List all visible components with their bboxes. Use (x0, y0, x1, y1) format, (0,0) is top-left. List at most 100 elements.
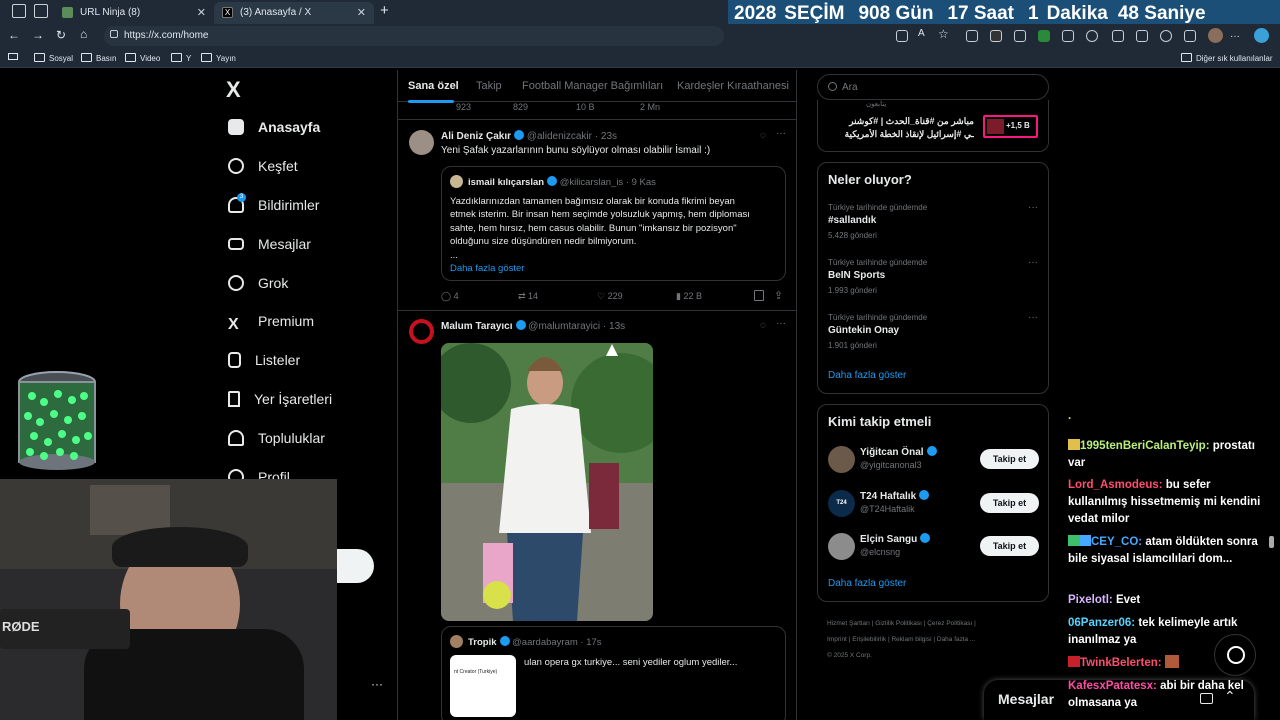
trend-item[interactable]: Türkiye tarihinde gündemde BeIN Sports 1… (818, 256, 1048, 308)
quoted-tweet[interactable]: Tropik @aardabayram · 17s nt Creator (Tu… (441, 626, 786, 720)
like-button[interactable]: ♡ 229 (597, 291, 623, 302)
avatar[interactable] (828, 533, 855, 560)
tab-x-home[interactable]: X (3) Anasayfa / X ✕ (214, 2, 374, 24)
more-options-icon[interactable]: ··· (1028, 257, 1038, 268)
quoted-tweet[interactable]: ismail kılıçarslan @kilicarslan_is · 9 K… (441, 166, 786, 281)
address-bar[interactable]: https://x.com/home (104, 26, 724, 46)
trend-item[interactable]: Türkiye tarihinde gündemde #sallandık 5.… (818, 201, 1048, 253)
avatar[interactable]: T24 (828, 490, 855, 517)
extension-icon[interactable] (1014, 30, 1026, 42)
follow-show-more-link[interactable]: Daha fazla göster (828, 578, 906, 589)
collections-icon[interactable] (1184, 30, 1196, 42)
tab-kardesler[interactable]: Kardeşler Kıraathanesi (677, 80, 789, 92)
browser-essentials-icon[interactable] (1160, 30, 1172, 42)
bookmark-yayin[interactable]: Yayın (201, 53, 236, 63)
grok-actions-icon[interactable]: ◌ (760, 130, 766, 141)
extension-icon[interactable] (966, 30, 978, 42)
grok-actions-icon[interactable]: ◌ (760, 320, 766, 331)
author-handle[interactable]: @malumtarayici (528, 321, 600, 332)
close-icon[interactable]: ✕ (357, 6, 366, 19)
trends-show-more-link[interactable]: Daha fazla göster (828, 370, 906, 381)
read-aloud-icon[interactable]: A (918, 28, 925, 39)
more-options-icon[interactable]: ··· (776, 318, 786, 329)
more-options-icon[interactable]: ··· (1028, 202, 1038, 213)
views-button[interactable]: ▮ 22 B (676, 291, 702, 302)
forward-icon[interactable]: → (32, 28, 44, 42)
bookmark-y[interactable]: Y (171, 53, 191, 63)
extension-icon[interactable] (990, 30, 1002, 42)
site-info-icon[interactable] (110, 30, 118, 38)
follow-button[interactable]: Takip et (980, 449, 1039, 469)
sidebar-item-lists[interactable]: Listeler (228, 352, 300, 368)
post-button[interactable] (336, 549, 374, 583)
live-event-card[interactable]: يتابعون مباشر من #قناة_الحدث | #كوشنر ـي… (817, 100, 1049, 152)
home-icon[interactable]: ⌂ (80, 27, 87, 41)
x-logo[interactable]: X (226, 77, 241, 103)
tweet-photo[interactable] (441, 343, 653, 621)
refresh-extension-icon[interactable] (1086, 30, 1098, 42)
tab-actions-icon[interactable] (34, 4, 48, 18)
repost-count[interactable]: 829 (513, 102, 528, 112)
more-options-icon[interactable]: ··· (1028, 312, 1038, 323)
app-icon[interactable] (896, 30, 908, 42)
show-more-link[interactable]: Daha fazla göster (450, 263, 524, 274)
back-icon[interactable]: ← (8, 28, 20, 42)
like-count[interactable]: 10 B (576, 102, 595, 112)
author-name[interactable]: Malum Tarayıcı (441, 321, 513, 332)
tweet[interactable]: Malum Tarayıcı @malumtarayici · 13s ◌ ··… (398, 311, 796, 720)
split-screen-icon[interactable] (1112, 30, 1124, 42)
new-tab-button[interactable]: + (380, 2, 389, 19)
favorite-star-icon[interactable]: ☆ (938, 27, 949, 41)
tweet[interactable]: Ali Deniz Çakır @alidenizcakir · 23s ◌ ·… (398, 120, 796, 310)
sidebar-item-grok[interactable]: Grok (228, 275, 288, 291)
sidebar-item-messages[interactable]: Mesajlar (228, 236, 311, 252)
bookmark-icon[interactable] (754, 290, 764, 301)
more-options-icon[interactable]: ··· (776, 128, 786, 139)
close-icon[interactable]: ✕ (197, 6, 206, 19)
follow-suggestion[interactable]: T24 T24 Haftalık @T24Haftalik Takip et (818, 489, 1048, 519)
bookmark-basin[interactable]: Basın (81, 53, 116, 63)
timeline-feed[interactable]: Sana özel Takip Football Manager Bağımlı… (397, 70, 797, 720)
author-name[interactable]: Ali Deniz Çakır (441, 131, 511, 142)
account-more-icon[interactable]: ··· (371, 677, 383, 691)
follow-suggestion[interactable]: Elçin Sangu @elcnsng Takip et (818, 532, 1048, 562)
avatar[interactable] (409, 130, 434, 155)
sidebar-item-communities[interactable]: Topluluklar (228, 430, 325, 446)
tweet-time[interactable]: · 23s (595, 131, 617, 142)
extension-icon[interactable] (1038, 30, 1050, 42)
author-handle[interactable]: @alidenizcakir (527, 131, 592, 142)
reply-button[interactable]: ◯ 4 (441, 291, 459, 302)
other-bookmarks[interactable]: Diğer sık kullanılanlar (1181, 53, 1272, 63)
sidebar-item-home[interactable]: Anasayfa (228, 119, 320, 135)
follow-suggestion[interactable]: Yiğitcan Önal @yigitcanonal3 Takip et (818, 445, 1048, 475)
extension-icon[interactable] (1062, 30, 1074, 42)
trend-item[interactable]: Türkiye tarihinde gündemde Güntekin Onay… (818, 311, 1048, 363)
follow-button[interactable]: Takip et (980, 536, 1039, 556)
view-count[interactable]: 2 Mn (640, 102, 660, 112)
avatar[interactable] (409, 319, 434, 344)
reply-count[interactable]: 923 (456, 102, 471, 112)
tab-football-manager[interactable]: Football Manager Bağımlıları (522, 80, 663, 92)
share-icon[interactable]: ⇪ (774, 289, 783, 302)
tab-url-ninja[interactable]: URL Ninja (8) ✕ (54, 2, 214, 24)
repost-button[interactable]: ⇄ 14 (518, 291, 538, 302)
follow-button[interactable]: Takip et (980, 493, 1039, 513)
sidebar-item-bookmarks[interactable]: Yer İşaretleri (228, 391, 332, 407)
tab-for-you[interactable]: Sana özel (408, 80, 459, 92)
favorites-icon[interactable] (1136, 30, 1148, 42)
profile-avatar[interactable] (1208, 28, 1223, 43)
avatar[interactable] (828, 446, 855, 473)
more-icon[interactable]: ··· (1230, 31, 1240, 42)
sidebar-item-explore[interactable]: Keşfet (228, 158, 298, 174)
bookmark-sosyal[interactable]: Sosyal (34, 53, 73, 63)
reload-icon[interactable]: ↻ (56, 28, 66, 42)
search-input[interactable]: Ara (817, 74, 1049, 100)
bookmark-video[interactable]: Video (125, 53, 160, 63)
reading-list-icon[interactable] (8, 53, 18, 60)
copilot-icon[interactable] (1254, 28, 1269, 43)
page-scrollbar-thumb[interactable] (1269, 536, 1274, 548)
tab-following[interactable]: Takip (476, 80, 502, 92)
workspaces-icon[interactable] (12, 4, 26, 18)
tweet-time[interactable]: · 13s (603, 321, 625, 332)
sidebar-item-premium[interactable]: X Premium (228, 313, 314, 333)
